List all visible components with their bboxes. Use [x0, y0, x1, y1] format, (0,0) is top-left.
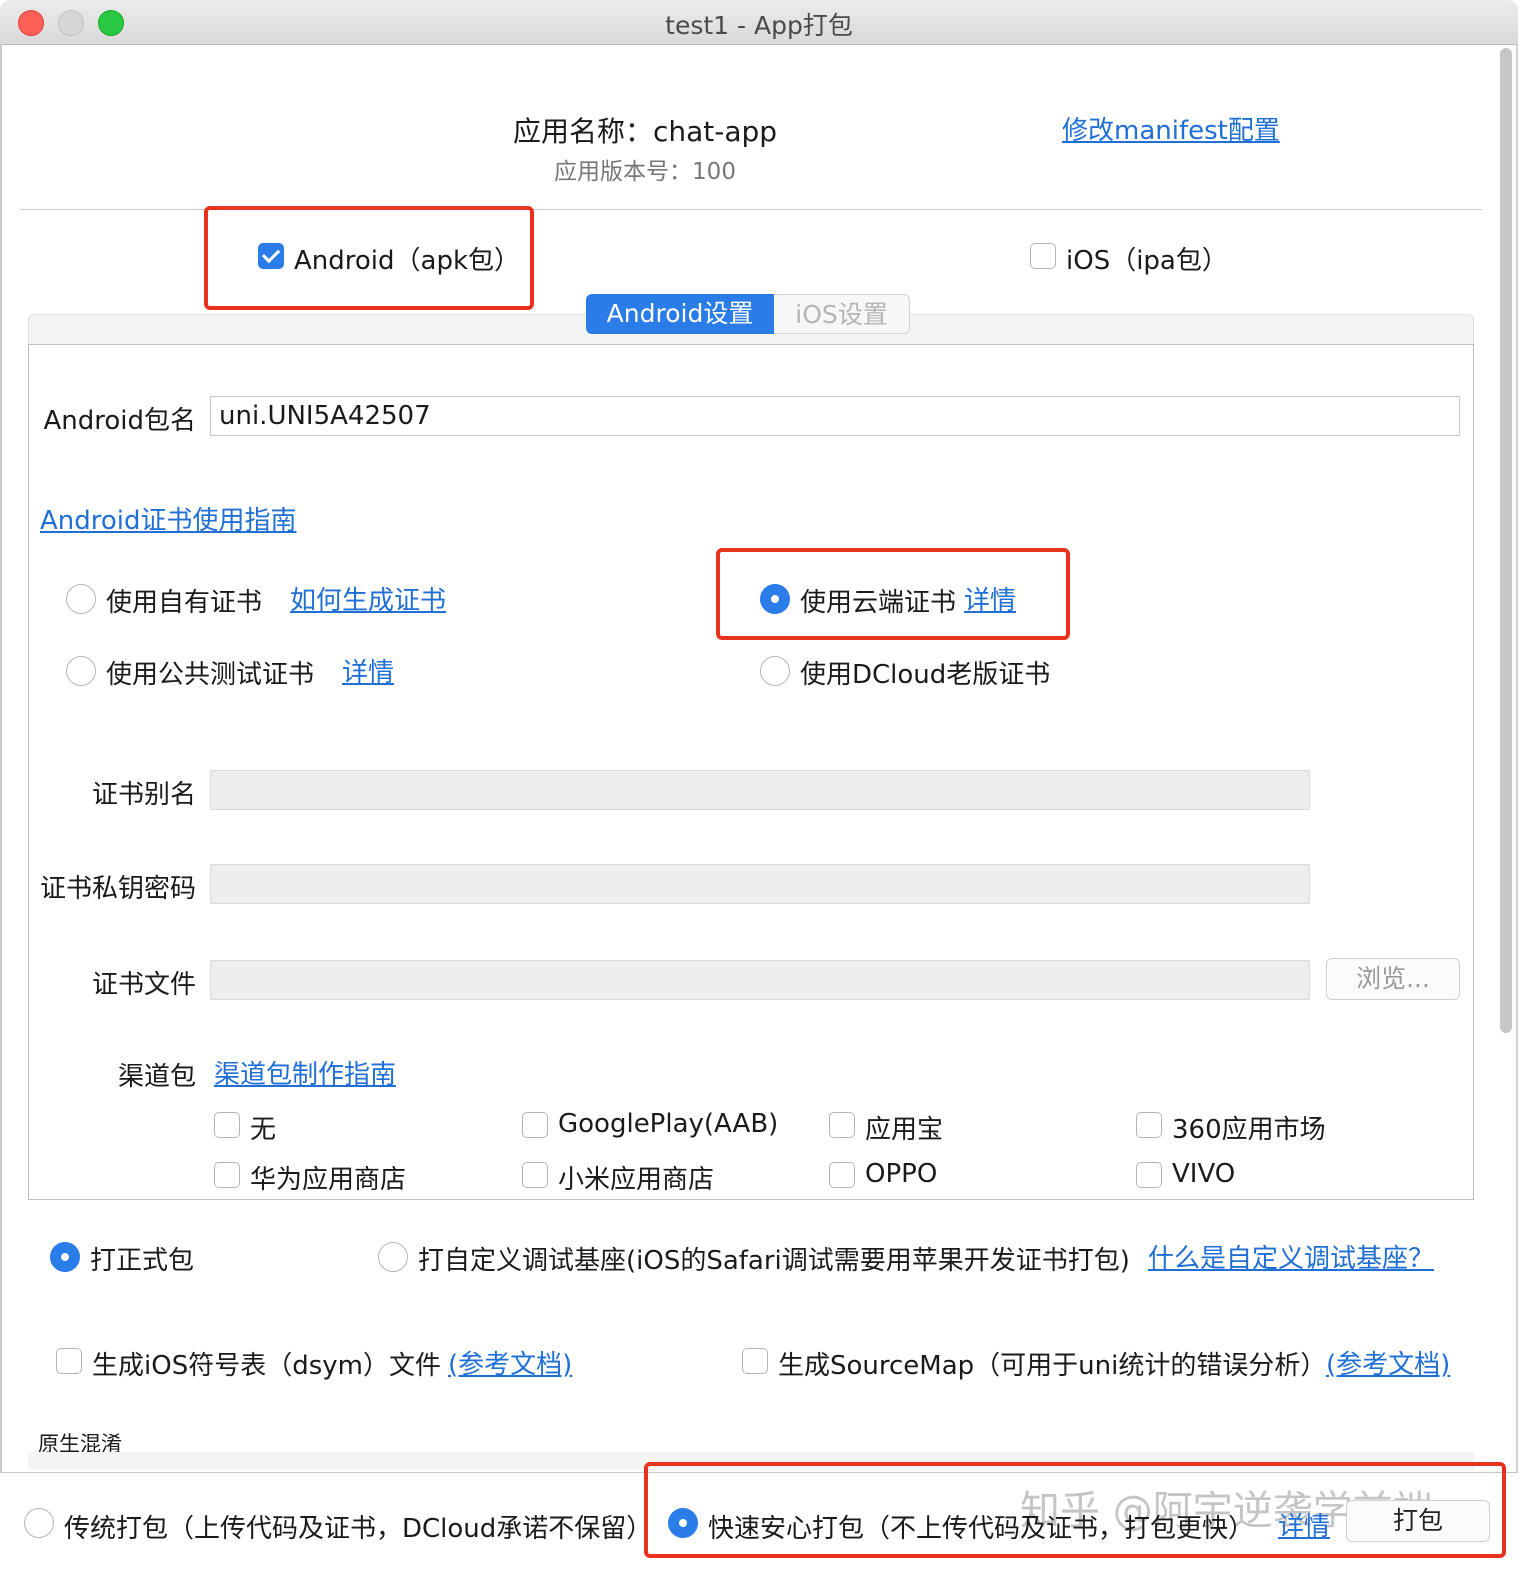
release-build-label: 打正式包	[90, 1246, 195, 1276]
channel-huawei-checkbox[interactable]	[214, 1162, 240, 1188]
ios-checkbox[interactable]	[1030, 243, 1056, 269]
ios-label: iOS（ipa包）	[1066, 246, 1228, 276]
channel-xiaomi-label: 小米应用商店	[558, 1165, 715, 1195]
channel-yingyongbao-label: 应用宝	[865, 1115, 944, 1145]
app-name: 应用名称：chat-app	[512, 115, 778, 148]
cert-file-input[interactable]	[210, 960, 1310, 1000]
dsym-label: 生成iOS符号表（dsym）文件	[92, 1351, 441, 1381]
channel-vivo-checkbox[interactable]	[1136, 1162, 1162, 1188]
channel-360-checkbox[interactable]	[1136, 1112, 1162, 1138]
own-cert-label: 使用自有证书	[106, 588, 263, 618]
android-checkbox[interactable]	[258, 243, 284, 269]
release-build-radio[interactable]	[50, 1242, 80, 1272]
sourcemap-docs-link[interactable]: (参考文档)	[1326, 1344, 1450, 1381]
window-border-left	[0, 44, 2, 1572]
cloud-cert-label: 使用云端证书	[800, 588, 957, 618]
tab-android-settings[interactable]: Android设置	[586, 294, 774, 334]
fast-pack-details-link[interactable]: 详情	[1278, 1506, 1330, 1543]
android-cert-guide-link[interactable]: Android证书使用指南	[40, 500, 297, 537]
channel-yingyongbao-checkbox[interactable]	[829, 1112, 855, 1138]
cert-alias-label: 证书别名	[91, 780, 196, 810]
channel-xiaomi-checkbox[interactable]	[522, 1162, 548, 1188]
android-package-label: Android包名	[43, 406, 196, 436]
cert-password-input[interactable]	[210, 864, 1310, 904]
how-to-generate-cert-link[interactable]: 如何生成证书	[290, 580, 446, 617]
channel-guide-link[interactable]: 渠道包制作指南	[214, 1054, 396, 1091]
browse-button[interactable]: 浏览...	[1326, 958, 1460, 1000]
sourcemap-checkbox[interactable]	[742, 1348, 768, 1374]
fast-pack-label: 快速安心打包（不上传代码及证书，打包更快）	[708, 1514, 1255, 1544]
pack-button[interactable]: 打包	[1346, 1500, 1490, 1542]
modify-manifest-link[interactable]: 修改manifest配置	[1062, 110, 1280, 147]
cloud-cert-details-link[interactable]: 详情	[964, 580, 1016, 617]
what-is-custom-base-link[interactable]: 什么是自定义调试基座？	[1148, 1238, 1434, 1275]
fast-pack-radio[interactable]	[668, 1508, 698, 1538]
public-test-cert-details-link[interactable]: 详情	[342, 652, 394, 689]
public-test-cert-radio[interactable]	[66, 656, 96, 686]
window-border-right	[1516, 44, 1518, 1572]
android-label: Android（apk包）	[294, 246, 521, 276]
cert-password-label: 证书私钥密码	[39, 874, 196, 904]
vertical-scrollbar[interactable]	[1500, 48, 1512, 1033]
cert-alias-input[interactable]	[210, 770, 1310, 810]
cloud-cert-radio[interactable]	[760, 584, 790, 614]
tab-ios-settings[interactable]: iOS设置	[774, 294, 910, 334]
channel-360-label: 360应用市场	[1172, 1115, 1326, 1145]
window-title: test1 - App打包	[665, 11, 853, 40]
channel-oppo-label: OPPO	[865, 1159, 938, 1189]
traditional-pack-radio[interactable]	[24, 1508, 54, 1538]
channel-googleplay-label: GooglePlay(AAB)	[558, 1109, 779, 1139]
cert-file-label: 证书文件	[91, 970, 196, 1000]
android-package-input[interactable]: uni.UNI5A42507	[210, 396, 1460, 436]
channel-oppo-checkbox[interactable]	[829, 1162, 855, 1188]
traditional-pack-label: 传统打包（上传代码及证书，DCloud承诺不保留）	[64, 1514, 653, 1544]
sourcemap-label: 生成SourceMap（可用于uni统计的错误分析）	[778, 1351, 1327, 1381]
channel-huawei-label: 华为应用商店	[250, 1165, 407, 1195]
channel-label: 渠道包	[117, 1062, 196, 1092]
app-version: 应用版本号：100	[554, 159, 736, 185]
dcloud-old-cert-radio[interactable]	[760, 656, 790, 686]
channel-googleplay-checkbox[interactable]	[522, 1112, 548, 1138]
channel-vivo-label: VIVO	[1172, 1159, 1236, 1189]
own-cert-radio[interactable]	[66, 584, 96, 614]
custom-base-radio[interactable]	[378, 1242, 408, 1272]
dsym-checkbox[interactable]	[56, 1348, 82, 1374]
dcloud-old-cert-label: 使用DCloud老版证书	[800, 660, 1051, 690]
channel-none-checkbox[interactable]	[214, 1112, 240, 1138]
channel-none-label: 无	[250, 1115, 277, 1145]
public-test-cert-label: 使用公共测试证书	[106, 660, 315, 690]
custom-base-label: 打自定义调试基座(iOS的Safari调试需要用苹果开发证书打包)	[418, 1246, 1130, 1276]
dsym-docs-link[interactable]: (参考文档)	[448, 1344, 572, 1381]
